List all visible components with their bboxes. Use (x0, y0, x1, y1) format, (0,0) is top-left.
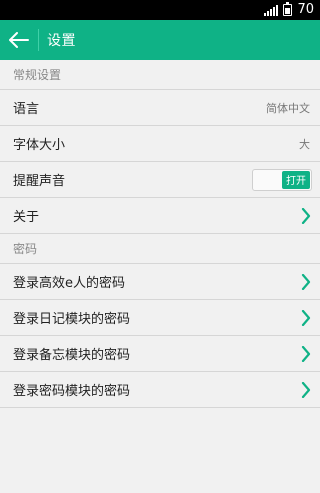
signal-icon (264, 4, 279, 16)
setting-row-about[interactable]: 关于 (0, 198, 320, 234)
back-button[interactable] (0, 20, 38, 60)
setting-label-reminder-sound: 提醒声音 (13, 174, 66, 189)
setting-label-password: 登录高效e人的密码 (13, 276, 125, 291)
chevron-right-icon (300, 345, 312, 363)
setting-label-password: 登录日记模块的密码 (13, 312, 131, 327)
battery-icon (283, 2, 293, 16)
setting-label-about: 关于 (13, 210, 40, 225)
battery-level: 70 (297, 2, 314, 17)
reminder-sound-toggle[interactable]: 打开 (252, 168, 312, 191)
setting-row-password[interactable]: 登录高效e人的密码 (0, 264, 320, 300)
setting-row-password[interactable]: 登录备忘模块的密码 (0, 336, 320, 372)
chevron-right-icon (300, 381, 312, 399)
setting-value-language: 简体中文 (266, 101, 310, 115)
status-indicators: 70 (264, 0, 314, 20)
setting-value-font-size: 大 (299, 137, 310, 151)
chevron-right-icon (300, 309, 312, 327)
app-bar-divider (38, 29, 39, 51)
settings-list: 常规设置 语言 简体中文 字体大小 大 提醒声音 打开 关于 密码 登录高效e人… (0, 60, 320, 408)
setting-row-font-size[interactable]: 字体大小 大 (0, 126, 320, 162)
page-title: 设置 (47, 33, 76, 49)
toggle-knob: 打开 (282, 170, 310, 189)
arrow-left-icon (9, 32, 29, 48)
section-header-password: 密码 (0, 234, 320, 264)
setting-row-reminder-sound: 提醒声音 打开 (0, 162, 320, 198)
setting-row-language[interactable]: 语言 简体中文 (0, 90, 320, 126)
chevron-right-icon (300, 207, 312, 225)
app-bar: 设置 (0, 20, 320, 60)
chevron-right-icon (300, 273, 312, 291)
setting-row-password[interactable]: 登录密码模块的密码 (0, 372, 320, 408)
setting-row-password[interactable]: 登录日记模块的密码 (0, 300, 320, 336)
section-header-general: 常规设置 (0, 60, 320, 90)
setting-label-font-size: 字体大小 (13, 138, 66, 153)
setting-label-password: 登录密码模块的密码 (13, 384, 131, 399)
status-bar: 70 (0, 0, 320, 20)
setting-label-password: 登录备忘模块的密码 (13, 348, 131, 363)
setting-label-language: 语言 (13, 102, 40, 117)
